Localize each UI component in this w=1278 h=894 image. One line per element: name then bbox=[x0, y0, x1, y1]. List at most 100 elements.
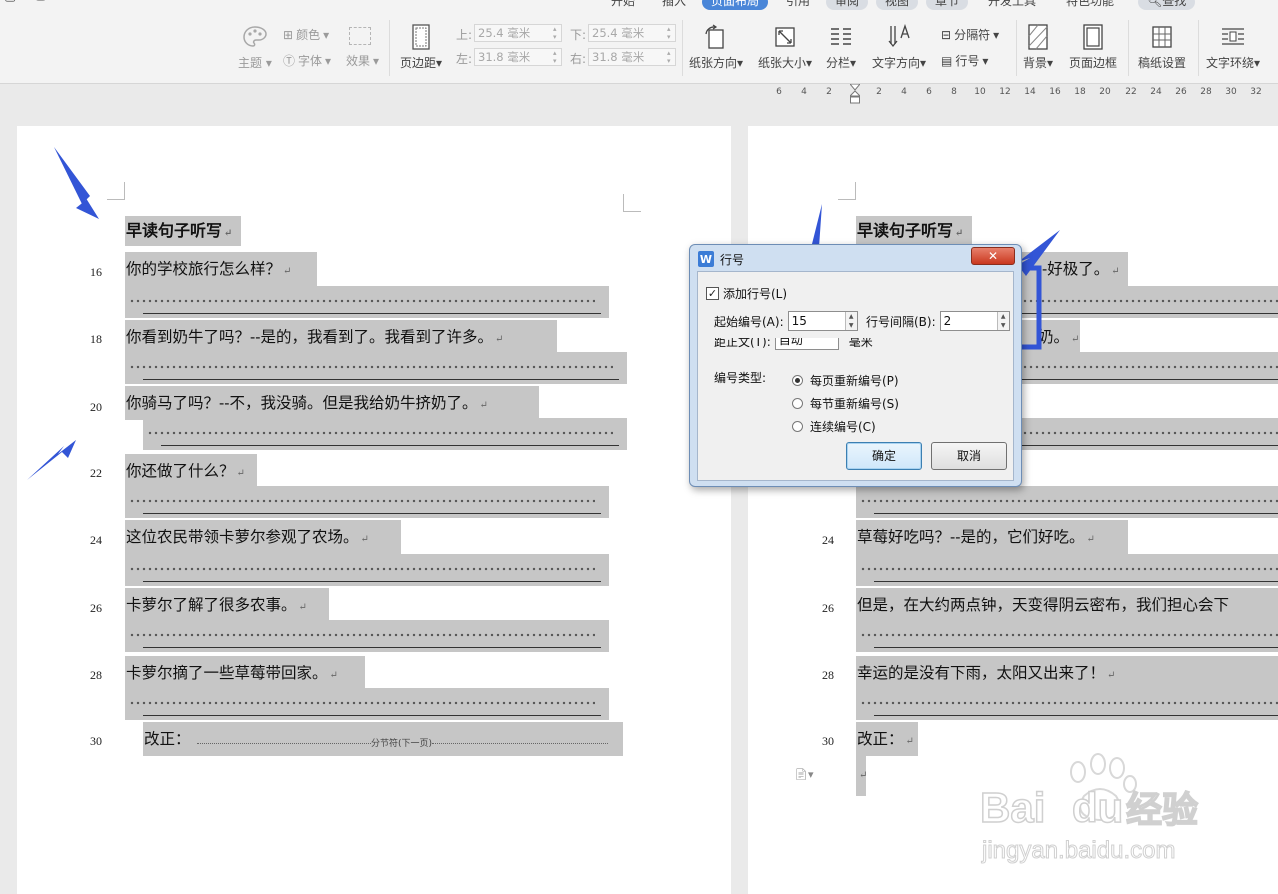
radio-continuous[interactable]: 连续编号(C) bbox=[792, 418, 876, 435]
line-number: 22 bbox=[90, 466, 102, 480]
orientation-button[interactable]: 纸张方向▾ bbox=[689, 24, 743, 71]
line-number: 18 bbox=[90, 332, 102, 346]
interval-input[interactable]: 2 ▲ ▼ bbox=[939, 311, 1010, 331]
tab-review[interactable]: 审阅 bbox=[826, 0, 869, 10]
text-wrap-icon bbox=[1220, 24, 1246, 50]
dictation-line bbox=[125, 286, 609, 318]
dialog-body: ✓ 添加行号(L) 起始编号(A): 15 ▲ ▼ 行号间隔(B): 2 ▲ ▼ 距正文… bbox=[697, 271, 1014, 481]
color-button[interactable]: ⊞ 颜色 ▾ bbox=[283, 26, 329, 43]
bottom-margin-label: 下: bbox=[570, 28, 587, 42]
line-number: 26 bbox=[90, 601, 102, 615]
interval-row: 行号间隔(B): 2 ▲ ▼ bbox=[866, 311, 1010, 331]
left-margin-label: 左: bbox=[456, 52, 473, 66]
top-margin-label: 上: bbox=[456, 28, 473, 42]
indent-marker[interactable] bbox=[848, 83, 862, 104]
doc-title: 早读句子听写 ↵ bbox=[856, 216, 972, 246]
start-number-row: 起始编号(A): 15 ▲ ▼ bbox=[714, 311, 858, 331]
top-margin-input[interactable]: 25.4 毫米 bbox=[474, 24, 562, 42]
ruler-tick: 18 bbox=[1074, 87, 1086, 97]
right-margin-label: 右: bbox=[570, 52, 587, 66]
bottom-margin-input[interactable]: 25.4 毫米 bbox=[588, 24, 676, 42]
tab-section[interactable]: 章节 bbox=[926, 0, 969, 10]
tab-page-layout[interactable]: 页面布局 bbox=[702, 0, 769, 10]
effect-button[interactable]: 效果 ▾ bbox=[346, 52, 379, 69]
ruler-tick: 4 bbox=[901, 87, 907, 97]
sentence-line: 但是，在大约两点钟，天变得阴云密布，我们担心会下 bbox=[856, 588, 1278, 622]
separator bbox=[682, 20, 683, 76]
text-direction-button[interactable]: 文字方向▾ bbox=[872, 24, 926, 71]
line-number: 30 bbox=[822, 734, 834, 748]
columns-button[interactable]: 分栏▾ bbox=[826, 24, 856, 71]
line-number: 28 bbox=[822, 668, 834, 682]
watermark-brand-2: du bbox=[1072, 784, 1123, 831]
dictation-line bbox=[125, 486, 609, 518]
ribbon-tabs: ▢ ✂ ⎙ ⟲ ↶▾ ↷ ▾ 开始 插入 页面布局 引用 审阅 视图 章节 开发… bbox=[0, 0, 1278, 10]
ruler-tick: 4 bbox=[801, 87, 807, 97]
crop-mark bbox=[838, 182, 856, 200]
numbering-type-label: 编号类型: bbox=[714, 371, 767, 385]
radio-restart-each-section[interactable]: 每节重新编号(S) bbox=[792, 395, 899, 412]
ruler-tick: 12 bbox=[999, 87, 1011, 97]
grid-paper-button[interactable]: 稿纸设置 bbox=[1138, 24, 1186, 71]
radio-restart-each-page[interactable]: 每页重新编号(P) bbox=[792, 372, 899, 389]
horizontal-ruler[interactable]: 6 4 2 2 4 6 8 10 12 14 16 18 20 22 24 26… bbox=[0, 83, 1278, 104]
palette-icon bbox=[242, 24, 268, 50]
paste-options-icon[interactable]: 📄︎▾ bbox=[794, 768, 814, 781]
add-line-numbers-checkbox[interactable]: ✓ 添加行号(L) bbox=[706, 285, 787, 302]
tab-special[interactable]: 特色功能 bbox=[1066, 0, 1114, 10]
quick-access-toolbar[interactable]: ▢ ✂ ⎙ ⟲ ↶▾ ↷ ▾ bbox=[4, 0, 108, 4]
ruler-tick: 32 bbox=[1250, 87, 1262, 97]
baidu-paw-logo: Bai du 经验 jingyan.baidu.com bbox=[979, 753, 1199, 865]
dictation-line bbox=[125, 688, 609, 720]
tab-start[interactable]: 开始 bbox=[611, 0, 635, 10]
columns-icon bbox=[828, 24, 854, 50]
text-wrap-button[interactable]: 文字环绕▾ bbox=[1206, 24, 1260, 71]
ruler-tick: 30 bbox=[1225, 87, 1237, 97]
checkbox-check-icon: ✓ bbox=[706, 287, 719, 300]
dictation-line bbox=[856, 620, 1278, 652]
ruler-tick: 14 bbox=[1024, 87, 1036, 97]
close-button[interactable]: ✕ bbox=[971, 247, 1015, 265]
tab-insert[interactable]: 插入 bbox=[662, 0, 686, 10]
grid-icon: ⊞ bbox=[283, 27, 294, 42]
background-button[interactable]: 背景▾ bbox=[1023, 24, 1053, 71]
sentence-line: 改正： ↵ bbox=[856, 722, 918, 756]
font-circle-icon: Ⓣ bbox=[283, 54, 296, 68]
dictation-line bbox=[125, 620, 609, 652]
tab-reference[interactable]: 引用 bbox=[786, 0, 810, 10]
grid-paper-icon bbox=[1149, 24, 1175, 50]
breaks-button[interactable]: ⊟ 分隔符 ▾ bbox=[941, 26, 999, 43]
spinner-arrows-icon[interactable]: ▲ ▼ bbox=[996, 312, 1009, 330]
left-margin-input[interactable]: 31.8 毫米 bbox=[474, 48, 562, 66]
ruler-tick: 24 bbox=[1150, 87, 1162, 97]
watermark-url: jingyan.baidu.com bbox=[981, 837, 1175, 864]
spinner-arrows-icon[interactable]: ▲ ▼ bbox=[844, 312, 857, 330]
search-tab[interactable]: 🔍︎查找 bbox=[1138, 0, 1196, 10]
cancel-button[interactable]: 取消 bbox=[931, 442, 1007, 470]
radio-icon bbox=[792, 398, 803, 409]
document-page-left[interactable]: 早读句子听写 ↵ 16 你的学校旅行怎么样？ ↵ 18 你看到奶牛了吗？--是的，我… bbox=[17, 126, 731, 894]
line-number: 30 bbox=[90, 734, 102, 748]
theme-button[interactable]: 主题 ▾ bbox=[238, 24, 272, 71]
ok-button[interactable]: 确定 bbox=[846, 442, 922, 470]
margins-button[interactable]: 页边距▾ bbox=[400, 24, 442, 71]
font-button[interactable]: Ⓣ 字体 ▾ bbox=[283, 52, 331, 69]
start-number-input[interactable]: 15 ▲ ▼ bbox=[787, 311, 858, 331]
distance-input[interactable]: 自动 bbox=[774, 338, 839, 350]
paper-size-button[interactable]: 纸张大小▾ bbox=[758, 24, 812, 71]
right-margin-input[interactable]: 31.8 毫米 bbox=[588, 48, 676, 66]
sentence-line: 这位农民带领卡萝尔参观了农场。 ↵ bbox=[125, 520, 401, 554]
tab-view[interactable]: 视图 bbox=[876, 0, 919, 10]
tab-developer[interactable]: 开发工具 bbox=[988, 0, 1036, 10]
line-number: 24 bbox=[90, 533, 102, 547]
sentence-line: 你骑马了吗？--不，我没骑。但是我给奶牛挤奶了。 ↵ bbox=[125, 386, 539, 420]
dialog-title-bar[interactable]: W 行号 bbox=[698, 249, 744, 269]
page-border-button[interactable]: 页面边框 bbox=[1069, 24, 1117, 71]
line-number: 20 bbox=[90, 400, 102, 414]
section-break-marker: 分节符(下一页) bbox=[197, 736, 609, 749]
line-numbers-dialog[interactable]: W 行号 ✕ ✓ 添加行号(L) 起始编号(A): 15 ▲ ▼ 行号间隔(B): … bbox=[689, 244, 1022, 487]
ruler-tick: 20 bbox=[1099, 87, 1111, 97]
line-numbers-button[interactable]: ▤ 行号 ▾ bbox=[941, 52, 988, 69]
ruler-tick: 28 bbox=[1200, 87, 1212, 97]
dialog-title: 行号 bbox=[720, 252, 745, 267]
